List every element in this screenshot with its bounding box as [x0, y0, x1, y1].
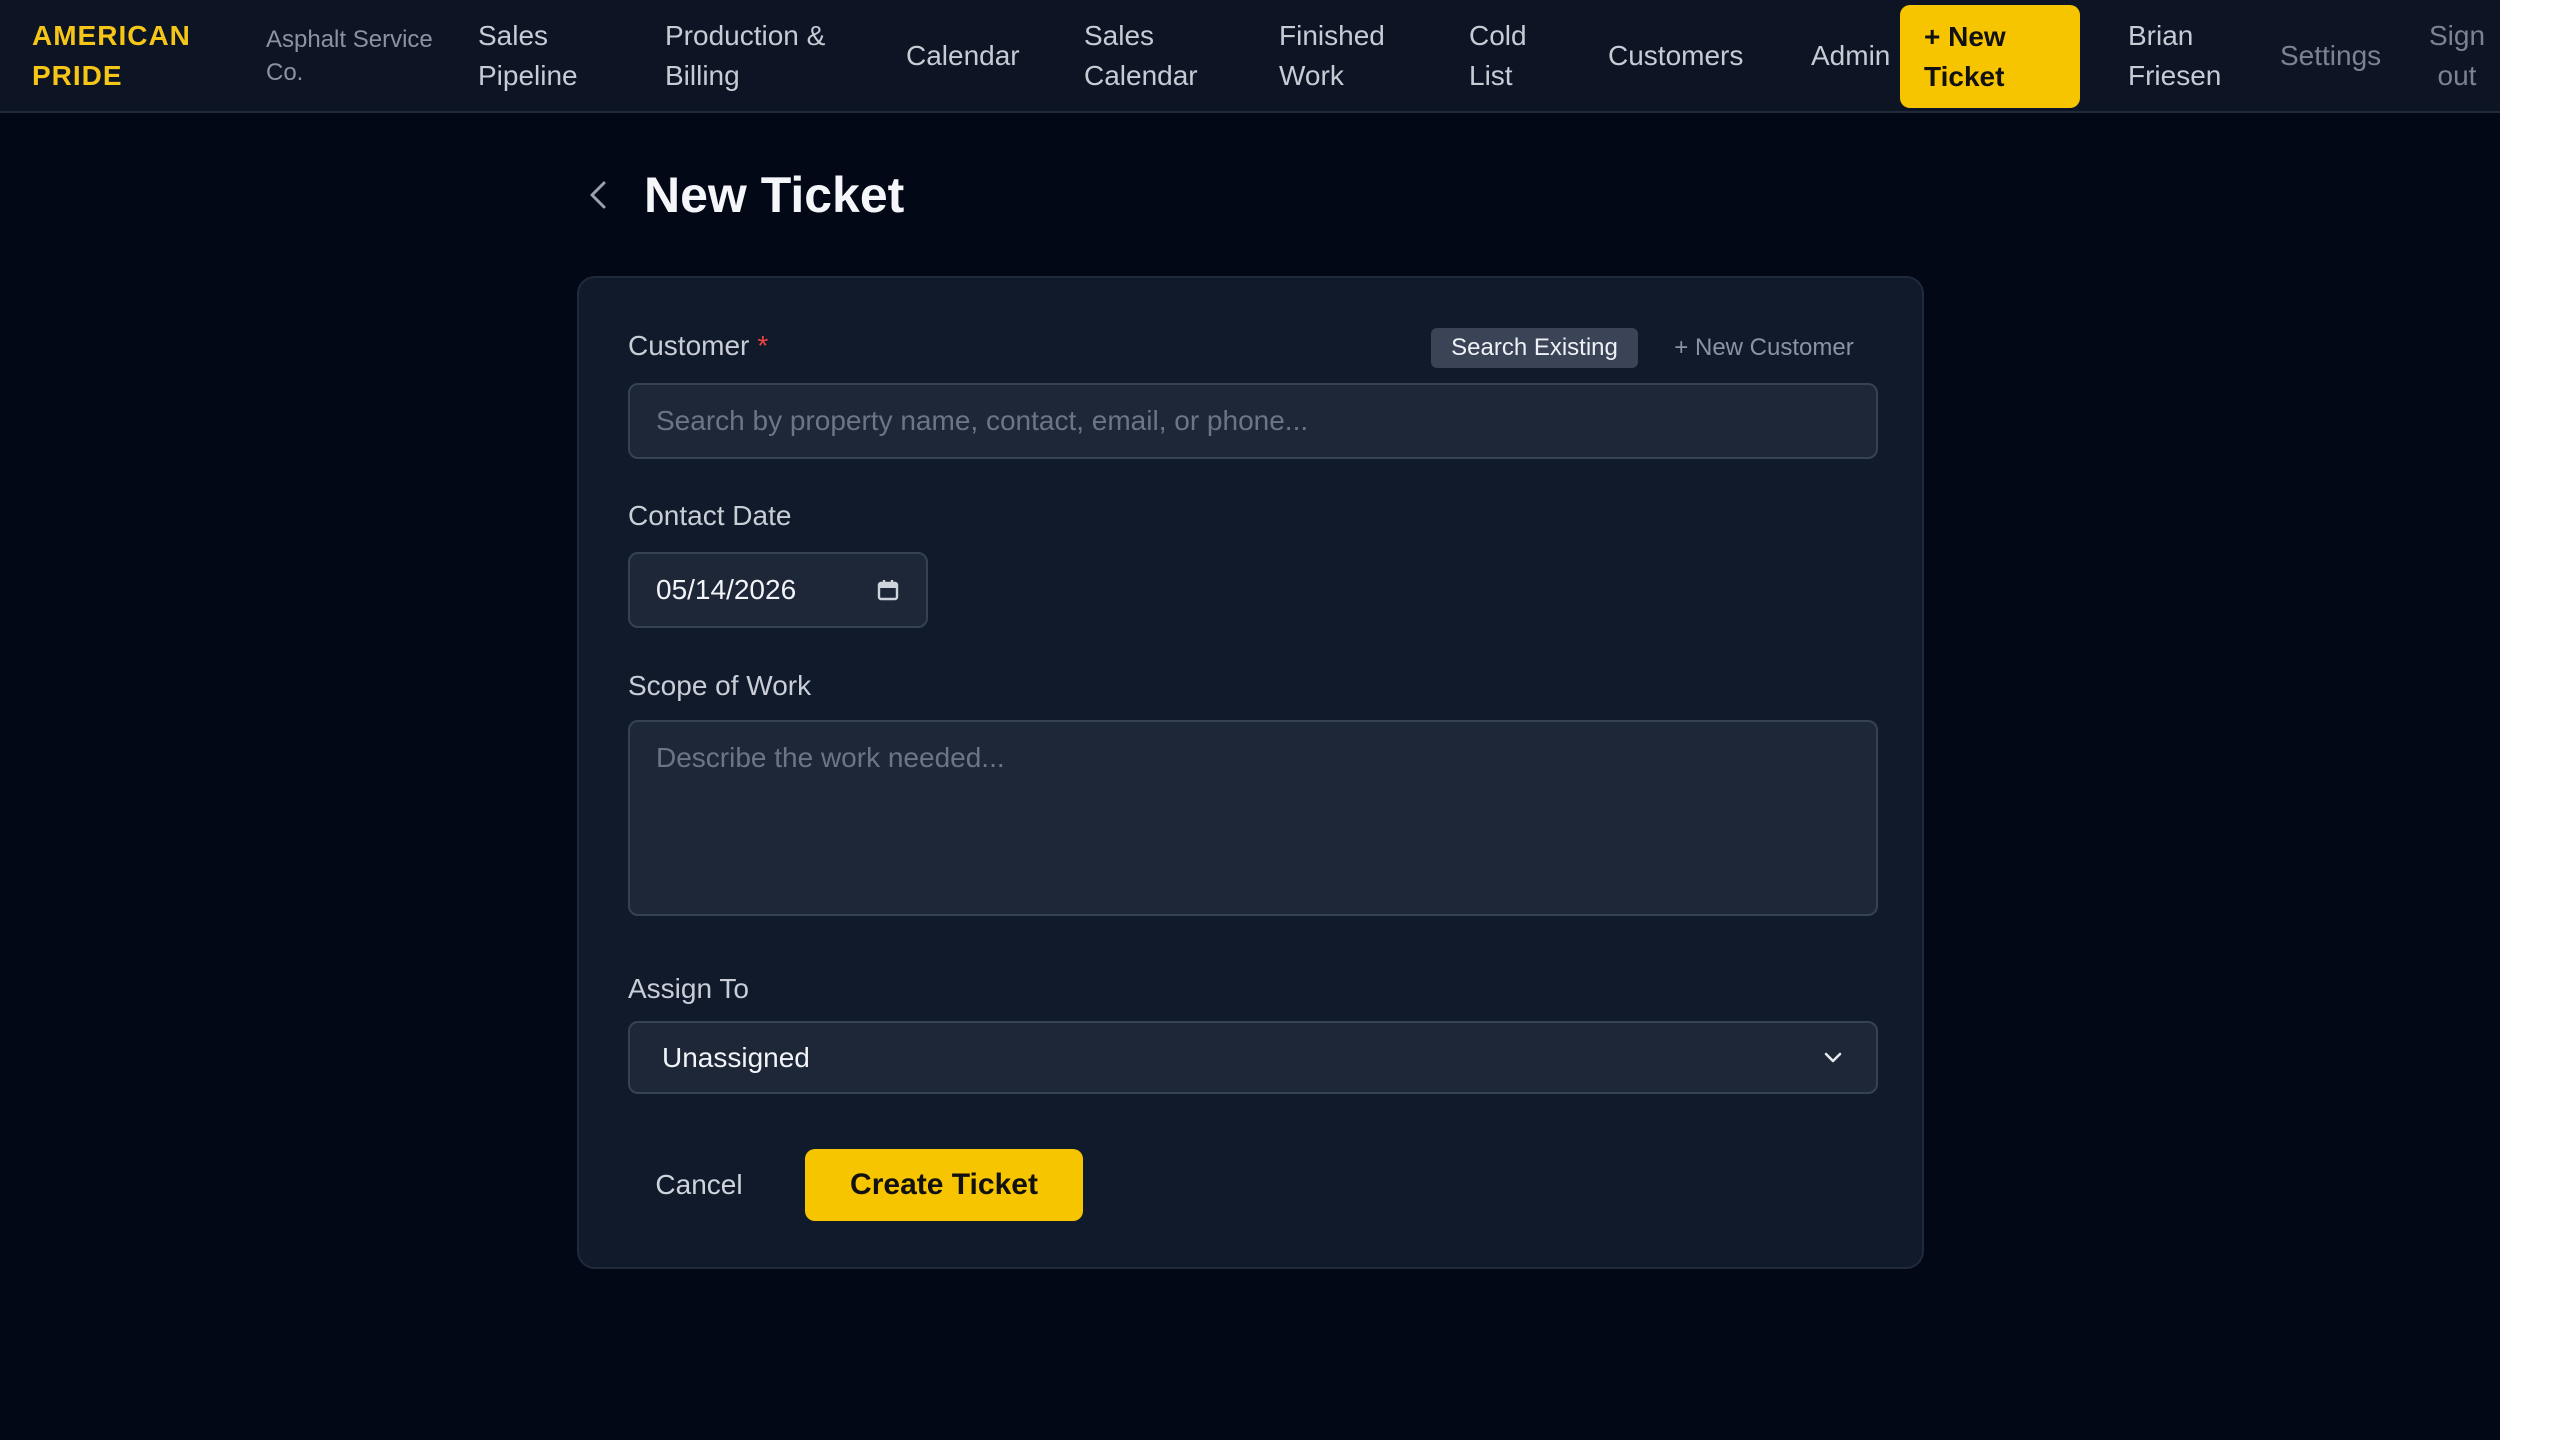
scope-of-work-label: Scope of Work — [628, 670, 812, 701]
required-asterisk: * — [757, 330, 769, 361]
nav-calendar[interactable]: Calendar — [906, 0, 1020, 111]
back-button[interactable] — [580, 177, 616, 213]
customer-label: Customer * — [628, 330, 768, 362]
brand-subtitle: Asphalt Service Co. — [266, 25, 433, 86]
cancel-button[interactable]: Cancel — [639, 1149, 759, 1221]
nav-production-billing[interactable]: Production & Billing — [665, 0, 855, 111]
calendar-icon[interactable] — [876, 578, 900, 602]
contact-date-label: Contact Date — [628, 500, 792, 531]
nav-settings[interactable]: Settings — [2280, 0, 2381, 111]
customer-search-input[interactable]: Search by property name, contact, email,… — [628, 383, 1878, 459]
top-navbar: AMERICAN PRIDE Asphalt Service Co. Sales… — [0, 0, 2500, 113]
user-menu[interactable]: Brian Friesen — [2128, 0, 2238, 111]
assign-to-label: Assign To — [628, 973, 749, 1004]
chevron-down-icon — [1824, 1052, 1842, 1062]
window-edge — [2500, 0, 2560, 1440]
create-ticket-button[interactable]: Create Ticket — [805, 1149, 1083, 1221]
contact-date-value: 05/14/2026 — [656, 574, 797, 605]
nav-finished-work[interactable]: Finished Work — [1279, 0, 1409, 111]
assign-to-value: Unassigned — [662, 1041, 810, 1073]
nav-cold-list[interactable]: Cold List — [1469, 0, 1549, 111]
sign-out-link[interactable]: Sign out — [2424, 0, 2490, 111]
new-ticket-form-card: Customer * Search Existing + New Customer… — [577, 276, 1924, 1269]
customer-label-text: Customer — [628, 330, 750, 361]
nav-admin[interactable]: Admin — [1811, 0, 1890, 111]
search-existing-toggle[interactable]: Search Existing — [1431, 328, 1638, 368]
brand-logo[interactable]: AMERICAN PRIDE — [32, 0, 222, 111]
app-root: AMERICAN PRIDE Asphalt Service Co. Sales… — [0, 0, 2500, 1440]
nav-sales-pipeline[interactable]: Sales Pipeline — [478, 0, 598, 111]
chevron-left-icon — [590, 181, 606, 209]
scope-of-work-textarea[interactable]: Describe the work needed... — [628, 720, 1878, 916]
assign-to-select[interactable]: Unassigned — [628, 1021, 1878, 1094]
contact-date-input[interactable]: 05/14/2026 — [628, 552, 928, 628]
scope-of-work-placeholder: Describe the work needed... — [656, 742, 1005, 773]
nav-customers[interactable]: Customers — [1608, 0, 1743, 111]
new-customer-toggle[interactable]: + New Customer — [1659, 328, 1869, 368]
page-title: New Ticket — [644, 167, 905, 223]
nav-sales-calendar[interactable]: Sales Calendar — [1084, 0, 1214, 111]
customer-search-placeholder: Search by property name, contact, email,… — [656, 405, 1309, 436]
page-header: New Ticket — [580, 160, 904, 230]
new-ticket-nav-button[interactable]: + New Ticket — [1900, 5, 2080, 108]
